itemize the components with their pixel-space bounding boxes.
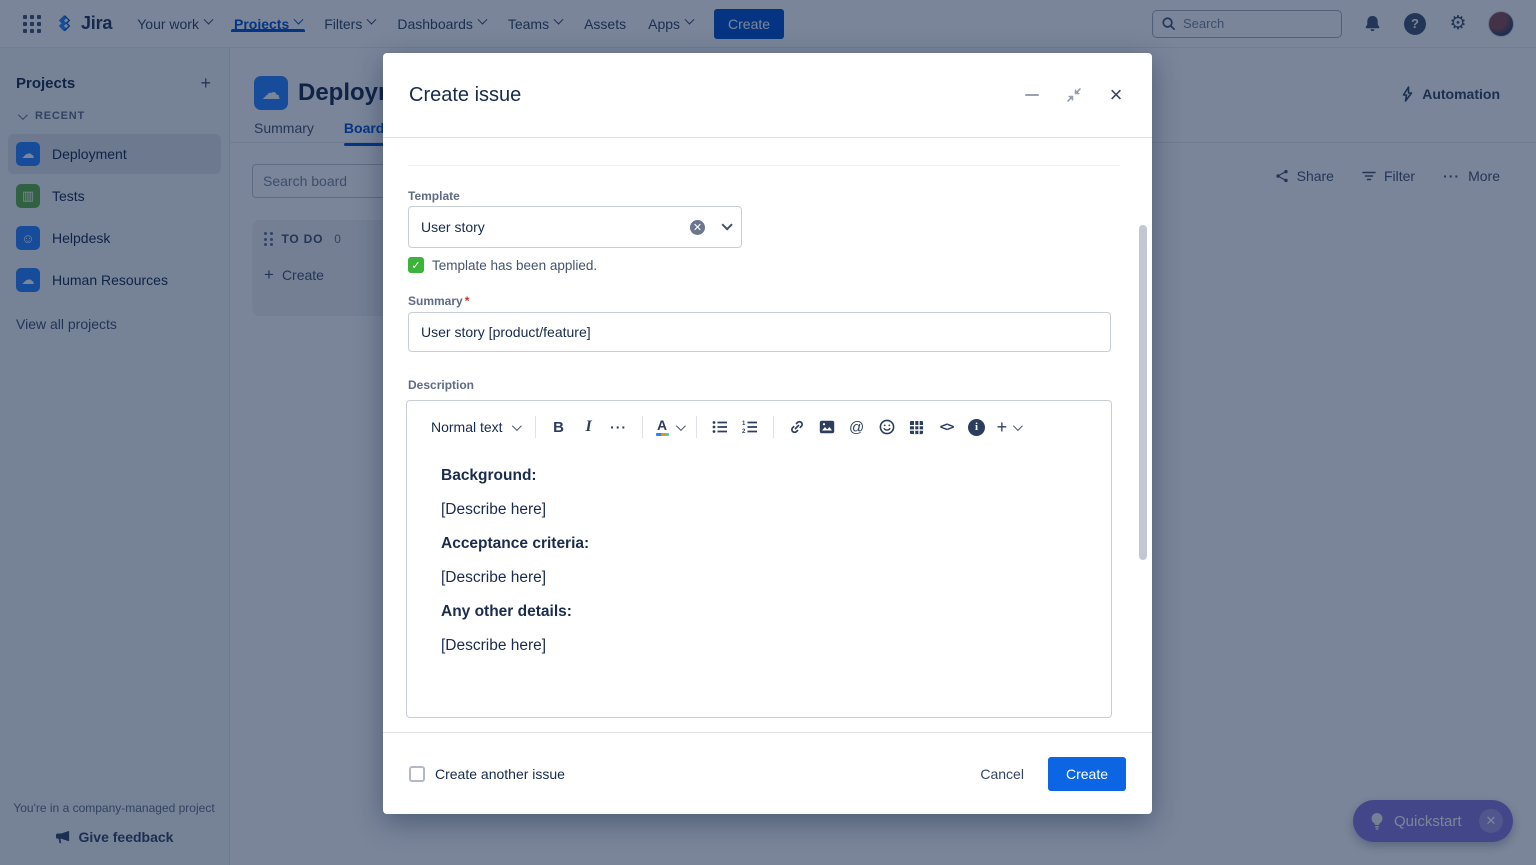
- description-editor: Normal text B I ··· A: [406, 400, 1112, 718]
- chevron-down-icon: [676, 421, 686, 431]
- modal-footer: Create another issue Cancel Create: [383, 732, 1152, 814]
- divider: [642, 416, 643, 438]
- description-heading: Any other details:: [441, 601, 1079, 622]
- divider: [408, 165, 1120, 166]
- description-editor-content[interactable]: Background: [Describe here] Acceptance c…: [407, 449, 1111, 718]
- bold-icon[interactable]: B: [546, 413, 572, 441]
- text-style-dropdown[interactable]: Normal text: [431, 419, 525, 435]
- create-another-label: Create another issue: [435, 766, 565, 782]
- template-applied-message: ✓ Template has been applied.: [408, 257, 597, 273]
- clear-selection-icon[interactable]: ✕: [690, 220, 705, 235]
- code-icon[interactable]: <>: [934, 413, 960, 441]
- summary-input[interactable]: [408, 312, 1111, 352]
- template-select[interactable]: User story ✕: [408, 206, 742, 248]
- description-heading: Background:: [441, 465, 1079, 486]
- page: Jira Your work Projects Filters Dashboar…: [0, 0, 1536, 865]
- close-icon[interactable]: ×: [1106, 85, 1126, 105]
- info-panel-icon[interactable]: i: [964, 413, 990, 441]
- chevron-down-icon: [1013, 421, 1023, 431]
- green-checkmark-icon: ✓: [408, 257, 424, 273]
- numbered-list-icon[interactable]: 12: [737, 413, 763, 441]
- divider: [535, 416, 536, 438]
- chevron-down-icon: [721, 219, 732, 230]
- svg-text:2: 2: [742, 429, 746, 434]
- create-issue-modal: Create issue × Template User story ✕ ✓ T…: [383, 53, 1152, 814]
- create-another-checkbox[interactable]: [409, 766, 425, 782]
- editor-toolbar: Normal text B I ··· A: [407, 401, 1111, 449]
- exit-fullscreen-icon[interactable]: [1064, 85, 1084, 105]
- text-color-icon[interactable]: A: [653, 413, 686, 441]
- chevron-down-icon: [512, 421, 522, 431]
- modal-window-controls: ×: [1022, 85, 1126, 105]
- bullet-list-icon[interactable]: [707, 413, 733, 441]
- image-icon[interactable]: [814, 413, 840, 441]
- table-icon[interactable]: [904, 413, 930, 441]
- description-placeholder-line: [Describe here]: [441, 635, 1079, 656]
- description-placeholder-line: [Describe here]: [441, 499, 1079, 520]
- modal-scrollbar[interactable]: [1139, 225, 1147, 560]
- summary-field-label: Summary*: [408, 294, 469, 308]
- template-selected-value: User story: [421, 219, 690, 235]
- cancel-button[interactable]: Cancel: [966, 758, 1038, 790]
- more-formatting-icon[interactable]: ···: [606, 413, 632, 441]
- description-field-label: Description: [408, 378, 474, 392]
- modal-header: Create issue ×: [383, 53, 1152, 138]
- modal-title: Create issue: [409, 84, 521, 107]
- divider: [773, 416, 774, 438]
- description-placeholder-line: [Describe here]: [441, 567, 1079, 588]
- description-heading: Acceptance criteria:: [441, 533, 1079, 554]
- divider: [696, 416, 697, 438]
- minimize-icon[interactable]: [1022, 85, 1042, 105]
- required-asterisk: *: [465, 294, 470, 308]
- svg-text:1: 1: [742, 421, 746, 427]
- italic-icon[interactable]: I: [576, 413, 602, 441]
- mention-icon[interactable]: @: [844, 413, 870, 441]
- emoji-icon[interactable]: [874, 413, 900, 441]
- template-field-label: Template: [408, 189, 460, 203]
- create-button[interactable]: Create: [1048, 757, 1126, 791]
- insert-more-icon[interactable]: +: [994, 413, 1024, 441]
- link-icon[interactable]: [784, 413, 810, 441]
